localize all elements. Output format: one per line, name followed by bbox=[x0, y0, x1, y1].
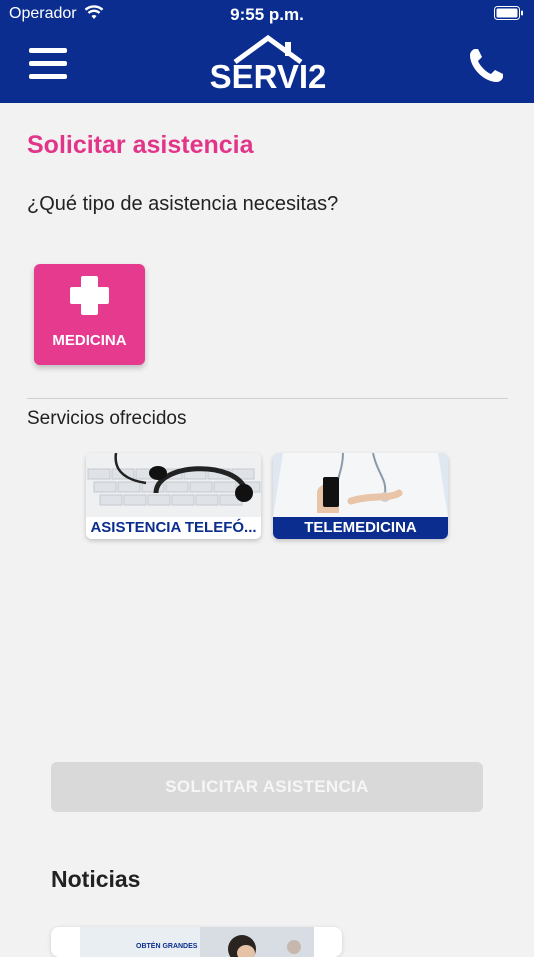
call-button[interactable] bbox=[466, 44, 508, 86]
brand-logo: SERVI2 bbox=[205, 34, 331, 96]
headset-keyboard-image bbox=[86, 453, 261, 517]
news-banner-image: OBTÉN GRANDES bbox=[80, 927, 314, 957]
assistance-type-medicina[interactable]: MEDICINA bbox=[34, 264, 145, 365]
assistance-type-label: MEDICINA bbox=[52, 332, 127, 349]
assistance-question: ¿Qué tipo de asistencia necesitas? bbox=[27, 193, 339, 215]
app-header: Operador 9:55 p.m. SERVI2 bbox=[0, 0, 534, 103]
page-title: Solicitar asistencia bbox=[27, 131, 254, 159]
status-bar: Operador 9:55 p.m. bbox=[0, 0, 534, 28]
status-time: 9:55 p.m. bbox=[230, 5, 304, 24]
services-title: Servicios ofrecidos bbox=[27, 408, 187, 429]
menu-button[interactable] bbox=[29, 48, 67, 80]
news-banner-text: OBTÉN GRANDES bbox=[136, 943, 198, 950]
phone-icon bbox=[470, 49, 503, 82]
news-card[interactable]: OBTÉN GRANDES bbox=[51, 927, 342, 957]
brand-name: SERVI2 bbox=[209, 58, 327, 95]
service-label: ASISTENCIA TELEFÓ... bbox=[86, 517, 261, 539]
service-card-telemedicine[interactable]: TELEMEDICINA bbox=[273, 453, 448, 539]
news-title: Noticias bbox=[51, 866, 141, 892]
service-label: TELEMEDICINA bbox=[273, 517, 448, 539]
battery-icon bbox=[494, 6, 524, 25]
request-assistance-button[interactable]: SOLICITAR ASISTENCIA bbox=[51, 762, 483, 812]
hamburger-menu-icon bbox=[29, 48, 67, 53]
doctor-phone-image bbox=[273, 453, 448, 517]
medical-cross-icon bbox=[70, 276, 109, 315]
section-divider bbox=[27, 398, 508, 399]
service-card-telephone[interactable]: ASISTENCIA TELEFÓ... bbox=[86, 453, 261, 539]
